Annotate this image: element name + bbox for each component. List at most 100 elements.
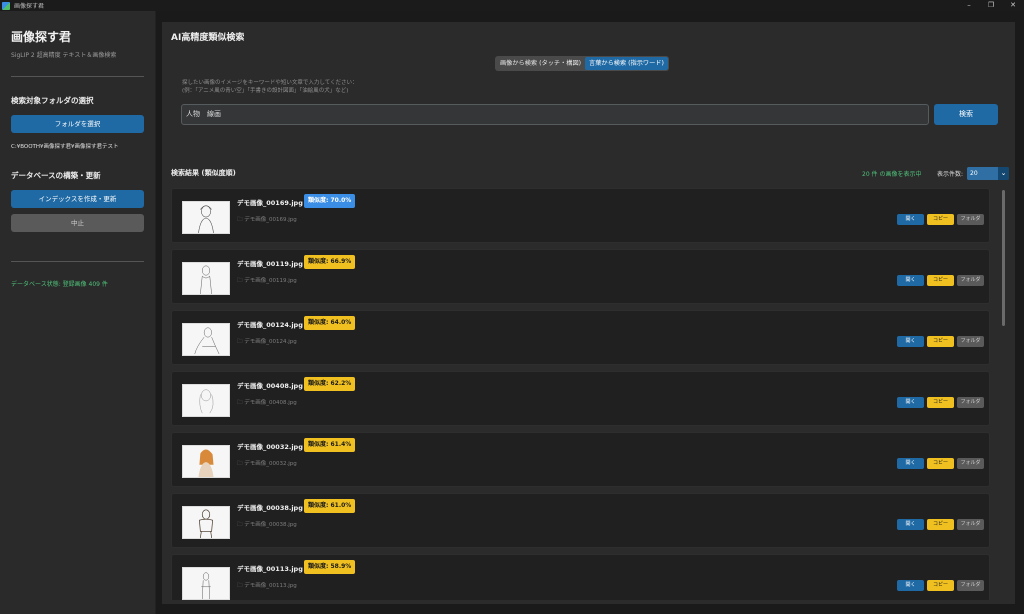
result-file-path: デモ画像_00113.jpg	[244, 583, 297, 589]
minimize-icon[interactable]: –	[958, 0, 980, 11]
maximize-icon[interactable]: ❐	[980, 0, 1002, 11]
hint-line: 探したい画像のイメージをキーワードや短い文章で入力してください：	[182, 80, 358, 86]
main-panel: AI高精度類似検索 画像から検索 (タッチ・構図) 言葉から検索 (指示ワード)…	[162, 22, 1015, 604]
copy-button[interactable]: コピー	[927, 275, 954, 286]
search-hint: 探したい画像のイメージをキーワードや短い文章で入力してください： (例：「アニメ…	[182, 79, 358, 95]
result-actions: 開く コピー フォルダ	[897, 580, 984, 591]
result-thumbnail[interactable]	[182, 262, 230, 295]
results-heading: 検索結果 (類似度順)	[171, 169, 236, 177]
results-scrollbar[interactable]	[1001, 188, 1007, 600]
open-folder-button[interactable]: フォルダ	[957, 458, 984, 469]
db-section-heading: データベースの構築・更新	[11, 171, 101, 180]
result-card[interactable]: デモ画像_00124.jpg 類似度: 64.0% 🗀 デモ画像_00124.jpg…	[171, 310, 990, 365]
result-card[interactable]: デモ画像_00113.jpg 類似度: 58.9% 🗀 デモ画像_00113.jpg…	[171, 554, 990, 600]
result-filename: デモ画像_00113.jpg	[237, 565, 303, 573]
app-title: 画像探す君	[11, 30, 72, 44]
similarity-badge: 類似度: 70.0%	[304, 194, 356, 208]
result-thumbnail[interactable]	[182, 323, 230, 356]
result-file-label: 🗀 デモ画像_00032.jpg	[237, 459, 297, 469]
open-folder-button[interactable]: フォルダ	[957, 336, 984, 347]
open-button[interactable]: 開く	[897, 336, 924, 347]
app-icon	[2, 1, 10, 10]
open-button[interactable]: 開く	[897, 397, 924, 408]
folder-section-heading: 検索対象フォルダの選択	[11, 96, 94, 105]
result-file-label: 🗀 デモ画像_00408.jpg	[237, 398, 297, 408]
open-folder-button[interactable]: フォルダ	[957, 519, 984, 530]
result-file-path: デモ画像_00169.jpg	[244, 217, 297, 223]
open-folder-button[interactable]: フォルダ	[957, 580, 984, 591]
select-folder-button[interactable]: フォルダを選択	[11, 115, 144, 133]
result-filename: デモ画像_00124.jpg	[237, 321, 303, 329]
copy-button[interactable]: コピー	[927, 336, 954, 347]
result-file-path: デモ画像_00119.jpg	[244, 278, 297, 284]
db-status: データベース状態: 登録画像 409 件	[11, 281, 108, 288]
per-page-value[interactable]: 20	[967, 167, 998, 180]
tab-text-search[interactable]: 言葉から検索 (指示ワード)	[585, 57, 668, 70]
scrollbar-thumb[interactable]	[1002, 190, 1005, 326]
build-index-button[interactable]: インデックスを作成・更新	[11, 190, 144, 208]
result-thumbnail[interactable]	[182, 567, 230, 600]
result-card[interactable]: デモ画像_00038.jpg 類似度: 61.0% 🗀 デモ画像_00038.jpg…	[171, 493, 990, 548]
open-button[interactable]: 開く	[897, 458, 924, 469]
result-actions: 開く コピー フォルダ	[897, 336, 984, 347]
open-button[interactable]: 開く	[897, 580, 924, 591]
search-button[interactable]: 検索	[934, 104, 998, 125]
result-thumbnail[interactable]	[182, 506, 230, 539]
result-card[interactable]: デモ画像_00119.jpg 類似度: 66.9% 🗀 デモ画像_00119.jpg…	[171, 249, 990, 304]
open-button[interactable]: 開く	[897, 275, 924, 286]
similarity-badge: 類似度: 62.2%	[304, 377, 356, 391]
per-page-select[interactable]: 20 ⌄	[967, 167, 1009, 180]
result-thumbnail[interactable]	[182, 445, 230, 478]
result-actions: 開く コピー フォルダ	[897, 214, 984, 225]
app-subtitle: SigLIP 2 超高精度 テキスト＆画像検索	[11, 52, 117, 59]
open-folder-button[interactable]: フォルダ	[957, 397, 984, 408]
sidebar-divider	[11, 261, 144, 262]
similarity-badge: 類似度: 61.0%	[304, 499, 356, 513]
result-filename: デモ画像_00038.jpg	[237, 504, 303, 512]
results-list: デモ画像_00169.jpg 類似度: 70.0% 🗀 デモ画像_00169.jpg…	[171, 188, 991, 600]
tab-image-search[interactable]: 画像から検索 (タッチ・構図)	[496, 57, 585, 70]
folder-path: C:¥BOOTH¥画像探す君¥画像探す君テスト	[11, 144, 119, 150]
chevron-down-icon[interactable]: ⌄	[998, 167, 1009, 180]
window-controls: – ❐ ✕	[958, 0, 1024, 11]
close-icon[interactable]: ✕	[1002, 0, 1024, 11]
per-page-label: 表示件数:	[937, 171, 964, 178]
result-actions: 開く コピー フォルダ	[897, 458, 984, 469]
stop-button[interactable]: 中止	[11, 214, 144, 232]
search-input[interactable]: 人物 線画	[181, 104, 929, 125]
similarity-badge: 類似度: 66.9%	[304, 255, 356, 269]
sidebar-divider	[11, 76, 144, 77]
sidebar: 画像探す君 SigLIP 2 超高精度 テキスト＆画像検索 検索対象フォルダの選…	[0, 11, 156, 614]
result-card[interactable]: デモ画像_00032.jpg 類似度: 61.4% 🗀 デモ画像_00032.jpg…	[171, 432, 990, 487]
copy-button[interactable]: コピー	[927, 458, 954, 469]
results-count: 20 件 の画像を表示中	[862, 171, 922, 178]
result-card[interactable]: デモ画像_00169.jpg 類似度: 70.0% 🗀 デモ画像_00169.jpg…	[171, 188, 990, 243]
result-file-label: 🗀 デモ画像_00119.jpg	[237, 276, 297, 286]
result-actions: 開く コピー フォルダ	[897, 275, 984, 286]
window-title: 画像探す君	[14, 3, 45, 10]
result-file-label: 🗀 デモ画像_00038.jpg	[237, 520, 297, 530]
result-file-path: デモ画像_00038.jpg	[244, 522, 297, 528]
copy-button[interactable]: コピー	[927, 397, 954, 408]
result-file-path: デモ画像_00408.jpg	[244, 400, 297, 406]
copy-button[interactable]: コピー	[927, 580, 954, 591]
open-folder-button[interactable]: フォルダ	[957, 214, 984, 225]
copy-button[interactable]: コピー	[927, 214, 954, 225]
result-card[interactable]: デモ画像_00408.jpg 類似度: 62.2% 🗀 デモ画像_00408.jpg…	[171, 371, 990, 426]
open-folder-button[interactable]: フォルダ	[957, 275, 984, 286]
similarity-badge: 類似度: 64.0%	[304, 316, 356, 330]
search-mode-toggle: 画像から検索 (タッチ・構図) 言葉から検索 (指示ワード)	[495, 56, 669, 71]
title-bar: 画像探す君 – ❐ ✕	[0, 0, 1024, 11]
result-thumbnail[interactable]	[182, 201, 230, 234]
result-actions: 開く コピー フォルダ	[897, 519, 984, 530]
result-thumbnail[interactable]	[182, 384, 230, 417]
result-filename: デモ画像_00119.jpg	[237, 260, 303, 268]
result-file-label: 🗀 デモ画像_00169.jpg	[237, 215, 297, 225]
result-actions: 開く コピー フォルダ	[897, 397, 984, 408]
open-button[interactable]: 開く	[897, 214, 924, 225]
result-file-label: 🗀 デモ画像_00113.jpg	[237, 581, 297, 591]
hint-line: (例：「アニメ風の青い空」「手書きの設計図面」「油絵風の犬」など)	[182, 88, 349, 94]
result-filename: デモ画像_00032.jpg	[237, 443, 303, 451]
open-button[interactable]: 開く	[897, 519, 924, 530]
copy-button[interactable]: コピー	[927, 519, 954, 530]
